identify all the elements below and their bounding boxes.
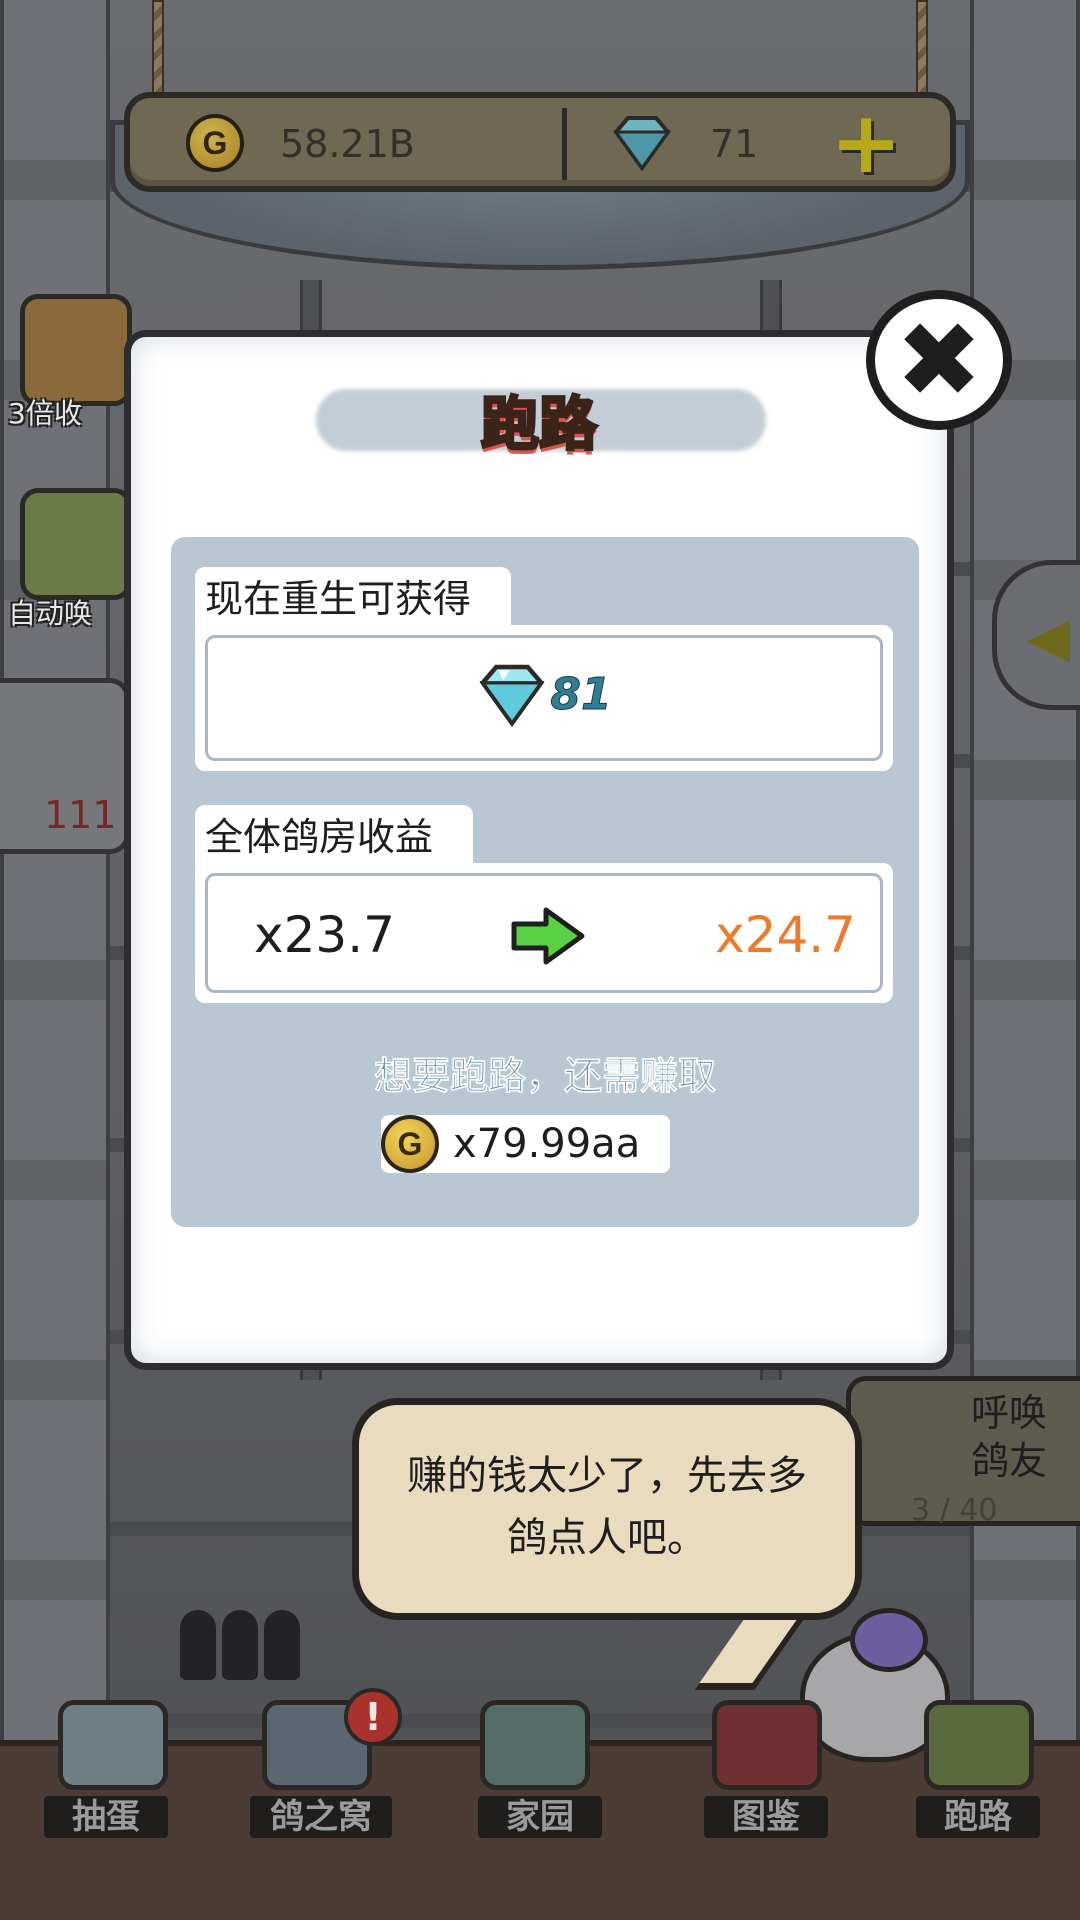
gem-amount: 71: [710, 122, 759, 166]
right-expand-tab[interactable]: ◀: [992, 560, 1080, 710]
summon-count: 3 / 40: [911, 1493, 998, 1528]
auto-summon-button[interactable]: [20, 488, 132, 600]
minion-character: [264, 1610, 300, 1680]
book-icon[interactable]: [712, 1700, 822, 1790]
add-currency-button[interactable]: +: [830, 100, 902, 186]
triple-income-label: 3倍收: [8, 397, 82, 430]
income-box: x23.7 x24.7: [195, 863, 893, 1003]
dialog-title: 跑路: [479, 389, 598, 460]
left-info-panel[interactable]: 111: [0, 678, 130, 854]
nav-home-label: 家园: [506, 1797, 574, 1837]
nav-collection-label: 图鉴: [732, 1797, 800, 1837]
next-multiplier: x24.7: [715, 906, 856, 964]
panel-count: 111: [44, 793, 117, 837]
nav-gacha-label: 抽蛋: [72, 1797, 140, 1837]
pigeon-head: [850, 1608, 928, 1672]
diamond-icon: [476, 660, 548, 728]
triple-income-button[interactable]: [20, 294, 132, 406]
nav-nest[interactable]: 鸽之窝: [250, 1796, 392, 1838]
nav-gacha[interactable]: 抽蛋: [44, 1796, 168, 1838]
nav-collection[interactable]: 图鉴: [704, 1796, 828, 1838]
camera-icon[interactable]: [480, 1700, 590, 1790]
nav-escape[interactable]: 跑路: [916, 1796, 1040, 1838]
escape-icon[interactable]: [924, 1700, 1034, 1790]
gold-coin-icon: G: [186, 114, 244, 172]
reward-box: 81: [195, 625, 893, 771]
minion-character: [222, 1610, 258, 1680]
gold-amount: 58.21B: [280, 122, 415, 166]
reward-gem-amount: 81: [550, 668, 612, 720]
requirement-amount-row: G x79.99aa: [381, 1115, 671, 1173]
dialog-content-panel: 现在重生可获得 81 全体鸽房收益 x23.7 x24.7 想要跑路，还需赚取 …: [171, 537, 919, 1227]
diamond-icon: [610, 112, 674, 172]
reward-section-label: 现在重生可获得: [195, 567, 512, 631]
current-multiplier: x23.7: [254, 906, 395, 964]
escape-dialog: 跑路 现在重生可获得 81 全体鸽房收益 x23.7 x24.7 想要跑路，还需…: [124, 330, 954, 1370]
currency-divider: [562, 108, 567, 180]
gacha-icon[interactable]: [58, 1700, 168, 1790]
requirement-text: 想要跑路，还需赚取: [373, 1054, 717, 1099]
arrow-right-icon: [510, 906, 586, 970]
requirement-amount: x79.99aa: [453, 1121, 641, 1167]
close-icon: ✖: [895, 299, 983, 421]
gold-coin-icon: G: [381, 1115, 439, 1173]
summon-friend-button[interactable]: 呼唤鸽友 3 / 40: [846, 1376, 1080, 1528]
nav-home[interactable]: 家园: [478, 1796, 602, 1838]
minion-character: [180, 1610, 216, 1680]
nav-nest-label: 鸽之窝: [270, 1797, 372, 1837]
arrow-left-icon: ◀: [1027, 605, 1071, 670]
bubble-line-2: 鸽点人吧。: [507, 1515, 707, 1561]
currency-bar: G 58.21B 71 +: [124, 92, 956, 192]
income-section-label: 全体鸽房收益: [195, 805, 474, 869]
speech-bubble: 赚的钱太少了，先去多 鸽点人吧。: [352, 1398, 862, 1620]
alert-badge: !: [344, 1688, 402, 1746]
bubble-line-1: 赚的钱太少了，先去多: [407, 1453, 807, 1499]
auto-summon-label: 自动唤: [8, 597, 93, 630]
left-wall: [0, 0, 110, 1760]
summon-label: 呼唤鸽友: [970, 1391, 1047, 1483]
nav-escape-label: 跑路: [944, 1797, 1012, 1837]
close-button[interactable]: ✖: [866, 290, 1012, 430]
